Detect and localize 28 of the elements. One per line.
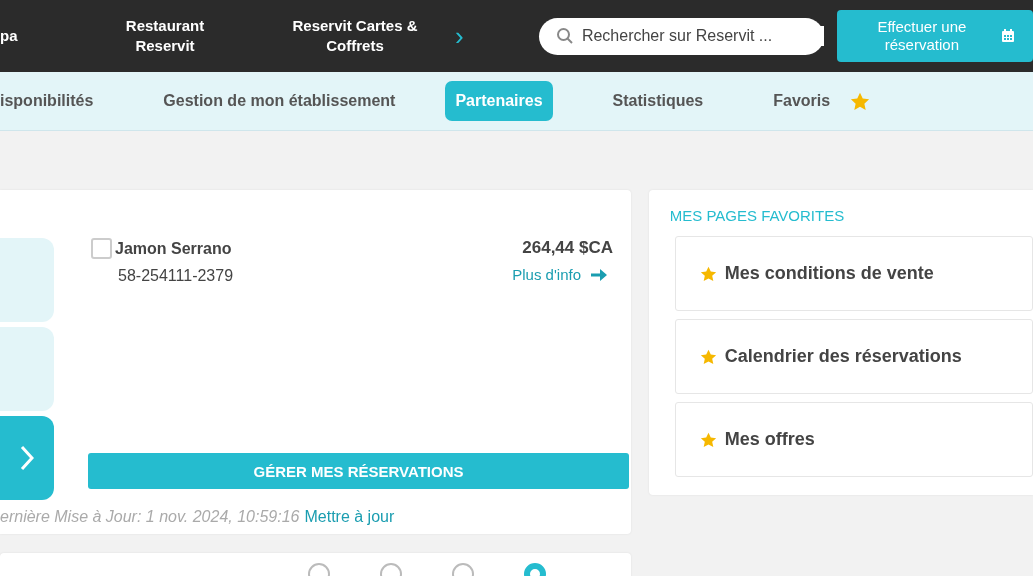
nav-tab[interactable]: isponibilités [0, 81, 104, 121]
reservation-code: 58-254111-2379 [117, 267, 234, 285]
checkbox[interactable] [91, 238, 112, 259]
favorites-title: MES PAGES FAVORITES [669, 207, 846, 224]
chevron-right-icon [20, 445, 34, 471]
nav-link[interactable]: Restaurant Reservit [105, 16, 225, 56]
next-button[interactable] [0, 416, 54, 500]
last-update-text: ernière Mise à Jour: 1 nov. 2024, 10:59:16 [0, 508, 300, 526]
nav-tab[interactable]: Favoris [763, 81, 841, 121]
favorite-page-item[interactable]: Mes conditions de vente [674, 236, 1033, 311]
search-icon [555, 27, 574, 45]
refresh-link[interactable]: Mettre à jour [304, 508, 395, 526]
amount: 264,44 $CA [522, 238, 613, 258]
nav-link[interactable]: pa [0, 26, 30, 46]
search-field[interactable]: Rechercher sur Reservit ... [538, 17, 824, 55]
guest-name: Jamon Serrano [115, 239, 232, 258]
nav-tab[interactable]: Gestion de mon établissement [153, 81, 406, 121]
more-info-link[interactable]: Plus d'info [512, 266, 613, 283]
favorite-page-item[interactable]: Calendrier des réservations [674, 319, 1033, 394]
favorite-page-item[interactable]: Mes offres [674, 402, 1033, 477]
star-icon [699, 265, 717, 282]
star-icon [699, 348, 717, 365]
calendar-icon [1000, 29, 1015, 43]
nav-link[interactable]: Reservit Cartes & Coffrets [275, 16, 435, 56]
star-icon [699, 431, 717, 448]
nav-tab[interactable]: Statistiques [602, 81, 714, 121]
nav-next-arrow[interactable]: › [455, 20, 464, 52]
arrow-right-icon [591, 268, 607, 281]
